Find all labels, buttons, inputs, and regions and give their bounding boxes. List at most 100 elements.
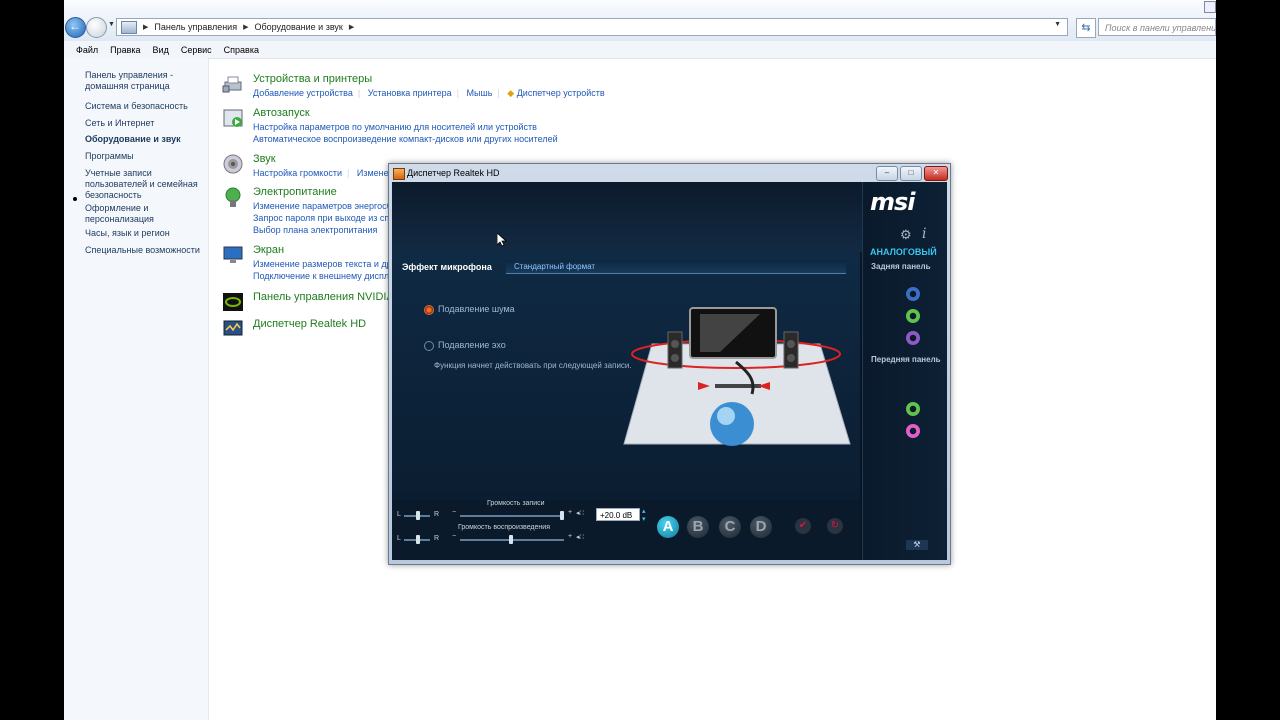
analog-mode-label: АНАЛОГОВЫЙ — [870, 247, 937, 257]
forward-button[interactable] — [86, 17, 107, 38]
minimize-button[interactable]: – — [876, 166, 898, 181]
category-realtek-title[interactable]: Диспетчер Realtek HD — [253, 318, 366, 330]
maximize-button[interactable]: □ — [900, 166, 922, 181]
back-button[interactable]: ← — [65, 17, 86, 38]
address-bar: ← ▼ ▶ Панель управления ▶ Оборудование и… — [64, 0, 1216, 42]
category-nvidia-title[interactable]: Панель управления NVIDIA — [253, 291, 394, 303]
category-sound-title[interactable]: Звук — [253, 153, 276, 165]
rec-plus-icon: + — [568, 509, 573, 516]
db-stepper-icon[interactable]: ▴ ▾ — [642, 507, 646, 523]
rec-speaker-icon[interactable]: ◂∷ — [576, 509, 584, 517]
printer-icon — [222, 76, 242, 93]
sidebar-item-accounts[interactable]: Учетные записи пользователей и семейная … — [85, 168, 203, 201]
play-volume-label: Громкость воспроизведения — [458, 524, 550, 531]
sidebar-item-hardware[interactable]: Оборудование и звук — [85, 134, 203, 145]
menu-file[interactable]: Файл — [76, 45, 98, 55]
sidebar-item-appearance[interactable]: Оформление и персонализация — [85, 203, 203, 225]
apply-check-button[interactable]: ✔ — [795, 518, 811, 534]
category-power-title[interactable]: Электропитание — [253, 186, 337, 198]
recent-pages-dropdown-icon[interactable]: ▼ — [108, 21, 115, 28]
play-speaker-icon[interactable]: ◂∷ — [576, 533, 584, 541]
sidebar-item-home[interactable]: Панель управления - домашняя страница — [85, 70, 203, 92]
chevron-right-icon[interactable]: ▶ — [349, 23, 354, 31]
search-input[interactable]: Поиск в панели управления — [1098, 18, 1216, 36]
category-autoplay-title[interactable]: Автозапуск — [253, 107, 310, 119]
mic-scene-illustration: ✦ — [623, 307, 851, 446]
rec-balance-slider[interactable] — [416, 511, 420, 520]
noise-suppression-label[interactable]: Подавление шума — [438, 304, 515, 314]
sidebar-item-security[interactable]: Система и безопасность — [85, 101, 203, 112]
menu-tools[interactable]: Сервис — [181, 45, 212, 55]
front-panel-label: Передняя панель — [871, 355, 941, 364]
active-bullet-icon — [73, 197, 77, 201]
play-plus-icon: + — [568, 533, 573, 540]
link-mouse[interactable]: Мышь — [467, 88, 493, 98]
close-button[interactable]: ✕ — [924, 166, 948, 181]
menu-view[interactable]: Вид — [153, 45, 169, 55]
wrench-button[interactable]: ⚒ — [906, 540, 928, 550]
tab-mic-effect[interactable]: Эффект микрофона — [396, 258, 496, 276]
chevron-right-icon[interactable]: ▶ — [243, 23, 248, 31]
realtek-titlebar[interactable]: Диспетчер Realtek HD – □ ✕ — [389, 164, 950, 182]
link-volume[interactable]: Настройка громкости — [253, 168, 342, 178]
breadcrumb-root[interactable]: Панель управления — [154, 22, 237, 32]
profile-a-button[interactable]: A — [657, 516, 679, 538]
link-autoplay-cd[interactable]: Автоматическое воспроизведение компакт-д… — [253, 133, 558, 145]
link-text-size[interactable]: Изменение размеров текста и других — [253, 258, 409, 270]
nvidia-icon — [223, 293, 243, 311]
category-devices-title[interactable]: Устройства и принтеры — [253, 73, 372, 85]
breadcrumb-current[interactable]: Оборудование и звук — [254, 22, 342, 32]
sidebar-item-clock[interactable]: Часы, язык и регион — [85, 228, 203, 239]
noise-suppression-radio[interactable] — [424, 305, 434, 315]
settings-gear-icon[interactable]: ⚙ — [900, 227, 912, 243]
echo-suppression-radio[interactable] — [424, 341, 434, 351]
profile-c-button[interactable]: C — [719, 516, 741, 538]
separator: | — [497, 88, 500, 98]
front-jack-green-icon[interactable] — [906, 402, 920, 416]
link-autoplay-defaults[interactable]: Настройка параметров по умолчанию для но… — [253, 121, 558, 133]
breadcrumb[interactable]: ▶ Панель управления ▶ Оборудование и зву… — [116, 18, 1068, 36]
link-change[interactable]: Измене — [357, 168, 389, 178]
front-jack-pink-icon[interactable] — [906, 424, 920, 438]
jack-green-icon[interactable] — [906, 309, 920, 323]
minimize-button[interactable] — [1204, 1, 1216, 13]
refresh-button[interactable]: ⇆ — [1076, 18, 1096, 38]
menu-help[interactable]: Справка — [224, 45, 259, 55]
sidebar-item-accessibility[interactable]: Специальные возможности — [85, 245, 203, 256]
play-balance-l: L — [397, 535, 401, 542]
link-install-printer[interactable]: Установка принтера — [368, 88, 452, 98]
shield-icon: ◆ — [507, 88, 515, 98]
sidebar-item-programs[interactable]: Программы — [85, 151, 203, 162]
play-balance-slider[interactable] — [416, 535, 420, 544]
sidebar-item-network[interactable]: Сеть и Интернет — [85, 118, 203, 129]
tab-default-format[interactable]: Стандартный формат — [506, 260, 846, 274]
address-dropdown-icon[interactable]: ▼ — [1054, 21, 1061, 28]
category-display-title[interactable]: Экран — [253, 244, 284, 256]
link-wake-password[interactable]: Запрос пароля при выходе из спя — [253, 212, 397, 224]
jack-purple-icon[interactable] — [906, 331, 920, 345]
tab-bar: Эффект микрофона Стандартный формат — [396, 258, 846, 276]
link-add-device[interactable]: Добавление устройства — [253, 88, 353, 98]
info-icon[interactable]: i — [922, 226, 926, 242]
mouse-cursor-icon — [497, 233, 507, 247]
echo-suppression-label[interactable]: Подавление эхо — [438, 340, 506, 350]
rec-minus-icon: − — [452, 509, 457, 516]
profile-b-button[interactable]: B — [687, 516, 709, 538]
rec-volume-slider[interactable] — [560, 511, 564, 520]
link-external-display[interactable]: Подключение к внешнему дисплею — [253, 270, 409, 282]
rec-volume-label: Громкость записи — [487, 500, 545, 507]
profile-d-button[interactable]: D — [750, 516, 772, 538]
rec-balance-l: L — [397, 511, 401, 518]
play-volume-slider[interactable] — [509, 535, 513, 544]
msi-logo: msi — [870, 188, 916, 216]
db-value-field[interactable]: +20.0 dB — [596, 508, 640, 521]
monitor-icon — [223, 246, 243, 263]
menu-bar: Файл Правка Вид Сервис Справка — [64, 41, 1216, 59]
link-device-manager[interactable]: Диспетчер устройств — [517, 88, 605, 98]
link-power-plan[interactable]: Выбор плана электропитания — [253, 224, 397, 236]
jack-blue-icon[interactable] — [906, 287, 920, 301]
reset-button[interactable]: ↻ — [827, 518, 843, 534]
menu-edit[interactable]: Правка — [110, 45, 140, 55]
chevron-right-icon[interactable]: ▶ — [143, 23, 148, 31]
link-power-settings[interactable]: Изменение параметров энергосбе — [253, 200, 397, 212]
